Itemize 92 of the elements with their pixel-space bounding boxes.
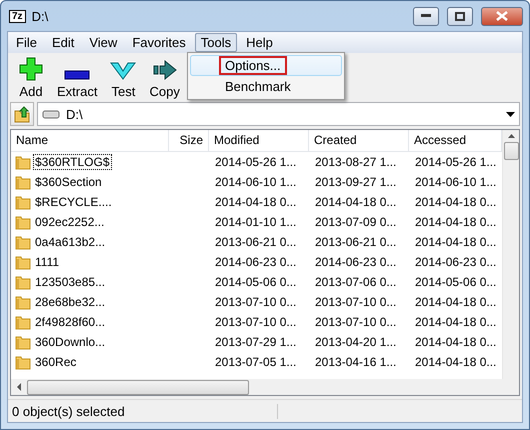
table-cell-text: 2014-05-26 1... bbox=[414, 155, 496, 169]
toolbar-button[interactable]: Copy bbox=[144, 59, 185, 99]
file-name[interactable]: 1111 bbox=[34, 255, 60, 269]
table-cell-text: 2013-07-06 0... bbox=[314, 275, 396, 289]
folder-icon bbox=[15, 234, 31, 250]
table-cell-text: 2014-06-23 0... bbox=[214, 255, 296, 269]
folder-icon bbox=[15, 274, 31, 290]
column-header[interactable]: Size bbox=[169, 130, 209, 151]
app-logo: 7z bbox=[9, 10, 26, 22]
table-cell-text: 2013-07-09 0... bbox=[314, 215, 396, 229]
table-cell-text: 2014-05-06 0... bbox=[214, 275, 296, 289]
toolbar-button[interactable]: Add bbox=[12, 57, 50, 99]
table-cell-text: 2013-09-27 1... bbox=[314, 175, 396, 189]
scroll-thumb[interactable] bbox=[504, 142, 518, 160]
menu-item[interactable]: Help bbox=[240, 33, 279, 52]
close-button[interactable] bbox=[481, 6, 523, 26]
folder-icon bbox=[15, 354, 31, 370]
column-header[interactable]: Created bbox=[309, 130, 409, 151]
scroll-thumb[interactable] bbox=[27, 380, 249, 394]
file-name[interactable]: 360Rec bbox=[34, 355, 78, 369]
table-cell-text: 2014-04-18 0... bbox=[414, 335, 496, 349]
folder-icon bbox=[15, 254, 31, 270]
address-field[interactable]: D:\ bbox=[37, 102, 520, 126]
file-name[interactable]: 092ec2252... bbox=[34, 215, 106, 229]
file-name[interactable]: 2f49828f60... bbox=[34, 315, 106, 329]
folder-icon bbox=[15, 214, 31, 230]
file-name[interactable]: $360RTLOG$ bbox=[34, 155, 110, 169]
table-cell-text: 2014-06-23 0... bbox=[314, 255, 396, 269]
close-icon bbox=[496, 11, 508, 21]
menu-item[interactable]: View bbox=[83, 33, 124, 52]
maximize-icon bbox=[455, 12, 465, 20]
dropdown-caret-icon[interactable] bbox=[506, 112, 515, 116]
table-cell-text: 2013-07-05 1... bbox=[214, 355, 296, 369]
menu-item[interactable]: Edit bbox=[46, 33, 80, 52]
menu-item[interactable]: File bbox=[10, 33, 43, 52]
arrow-right-icon bbox=[152, 59, 178, 81]
table-cell-text: 2014-04-18 0... bbox=[314, 195, 396, 209]
toolbar-button[interactable]: Extract bbox=[52, 69, 102, 99]
up-folder-button[interactable] bbox=[10, 102, 34, 126]
folder-icon bbox=[15, 314, 31, 330]
minimize-button[interactable] bbox=[413, 6, 439, 26]
folder-icon bbox=[15, 194, 31, 210]
table-cell-text: 2013-07-10 0... bbox=[214, 315, 296, 329]
file-name[interactable]: $RECYCLE.... bbox=[34, 195, 113, 209]
window-title: D:\ bbox=[32, 8, 50, 24]
table-cell-text: 2014-06-23 0... bbox=[414, 255, 496, 269]
table-cell-text: 2013-04-20 1... bbox=[314, 335, 396, 349]
table-cell-text: 2014-04-18 0... bbox=[414, 315, 496, 329]
drive-icon bbox=[42, 109, 60, 119]
table-cell-text: 2013-07-10 0... bbox=[214, 295, 296, 309]
folder-icon bbox=[15, 334, 31, 350]
table-cell-text: 2013-04-16 1... bbox=[314, 355, 396, 369]
table-cell-text: 2014-04-18 0... bbox=[414, 215, 496, 229]
plus-icon bbox=[19, 57, 43, 81]
folder-icon bbox=[15, 154, 31, 170]
table-cell-text: 2013-06-21 0... bbox=[214, 235, 296, 249]
table-cell-text: 2014-06-10 1... bbox=[414, 175, 496, 189]
file-name[interactable]: 123503e85... bbox=[34, 275, 106, 289]
toolbar-button[interactable]: Test bbox=[104, 61, 142, 99]
table-cell-text: 2014-05-06 0... bbox=[414, 275, 496, 289]
table-cell-text: 2014-04-18 0... bbox=[214, 195, 296, 209]
vertical-scrollbar[interactable] bbox=[502, 130, 519, 379]
table-cell-text: 2013-06-21 0... bbox=[314, 235, 396, 249]
table-cell-text: 2013-07-10 0... bbox=[314, 315, 396, 329]
minus-icon bbox=[64, 69, 90, 81]
maximize-button[interactable] bbox=[447, 6, 473, 26]
table-cell-text: 2013-07-10 0... bbox=[314, 295, 396, 309]
file-name[interactable]: 360Downlo... bbox=[34, 335, 106, 349]
minimize-icon bbox=[421, 14, 431, 18]
table-cell-text: 2014-04-18 0... bbox=[414, 355, 496, 369]
menu-item[interactable]: Tools bbox=[194, 33, 238, 52]
table-cell-text: 2013-08-27 1... bbox=[314, 155, 396, 169]
column-header[interactable]: Name bbox=[11, 130, 169, 151]
table-cell-text: 2014-04-18 0... bbox=[414, 295, 496, 309]
menu-item[interactable]: Favorites bbox=[126, 33, 192, 52]
file-name[interactable]: 28e68be32... bbox=[34, 295, 106, 309]
table-cell-text: 2014-01-10 1... bbox=[214, 215, 296, 229]
status-text: 0 object(s) selected bbox=[8, 404, 278, 418]
table-cell-text: 2013-07-29 1... bbox=[214, 335, 296, 349]
menu-option[interactable]: Options... bbox=[190, 55, 342, 76]
table-cell-text: 2014-04-18 0... bbox=[414, 195, 496, 209]
table-cell-text: 2014-04-18 0... bbox=[414, 235, 496, 249]
folder-icon bbox=[15, 174, 31, 190]
folder-icon bbox=[15, 294, 31, 310]
column-header[interactable]: Modified bbox=[209, 130, 309, 151]
chevron-down-icon bbox=[110, 61, 136, 81]
table-cell-text: 2014-06-10 1... bbox=[214, 175, 296, 189]
horizontal-scrollbar[interactable] bbox=[11, 379, 519, 395]
menu-option[interactable]: Benchmark bbox=[190, 76, 342, 97]
file-name[interactable]: 0a4a613b2... bbox=[34, 235, 106, 249]
table-cell-text: 2014-05-26 1... bbox=[214, 155, 296, 169]
file-name[interactable]: $360Section bbox=[34, 175, 103, 189]
